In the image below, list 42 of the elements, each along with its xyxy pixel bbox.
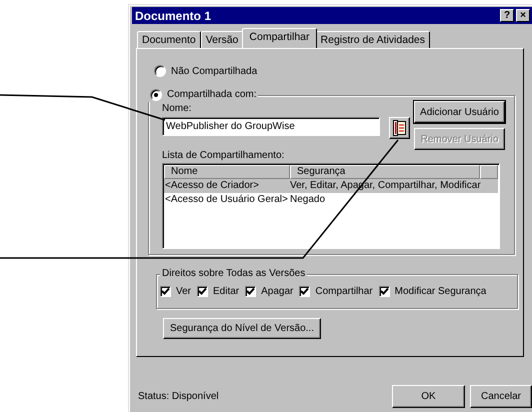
radio-button[interactable]	[154, 65, 166, 77]
book-icon	[392, 120, 406, 136]
column-header[interactable]: Segurança	[290, 165, 480, 179]
tab[interactable]: Documento	[137, 31, 201, 48]
check-icon	[198, 287, 208, 296]
add-user-button[interactable]: Adicionar Usuário	[414, 101, 505, 123]
check-icon	[300, 287, 310, 296]
list-cell-text: <Acesso de Criador>	[164, 179, 260, 193]
version-security-button[interactable]: Segurança do Nível de Versão...	[163, 318, 321, 339]
checkbox[interactable]	[245, 286, 256, 297]
window-title: Documento 1	[135, 8, 212, 22]
list-cell-text: <Acesso de Usuário Geral>	[164, 193, 289, 207]
tab[interactable]: Versão	[200, 31, 244, 48]
radio-button[interactable]	[150, 89, 162, 101]
checkbox[interactable]	[299, 286, 310, 297]
name-field[interactable]: WebPublisher do GroupWise	[162, 117, 380, 136]
checkbox-label: Apagar	[261, 286, 294, 297]
checkbox[interactable]	[160, 286, 171, 297]
column-header[interactable]: Nome	[164, 165, 290, 179]
checkbox-label: Ver	[176, 286, 192, 297]
field-label: Nome:	[162, 103, 192, 114]
checkbox[interactable]	[378, 286, 390, 297]
check-icon	[161, 287, 170, 296]
checkbox[interactable]	[197, 286, 208, 297]
check-icon	[380, 287, 389, 296]
close-button[interactable]: ×	[516, 9, 530, 22]
checkbox-label: Compartilhar	[315, 286, 373, 297]
list-row[interactable]: <Acesso de Usuário Geral> Negado	[164, 193, 498, 207]
list-label: Lista de Compartilhamento:	[162, 150, 284, 161]
radio-label: Compartilhada com:	[167, 88, 256, 102]
tab[interactable]: Compartilhar	[242, 28, 317, 48]
address-book-button[interactable]	[389, 117, 410, 139]
list-cell: Negado	[290, 193, 326, 207]
ok-button[interactable]: OK	[392, 385, 465, 408]
cancel-button[interactable]: Cancelar	[470, 385, 532, 408]
checkbox-label: Editar	[213, 286, 240, 297]
check-icon	[246, 287, 256, 296]
checkbox-label: Modificar Segurança	[394, 286, 486, 297]
status-text: Status: Disponível	[138, 391, 219, 402]
radio-label: Não Compartilhada	[171, 66, 258, 76]
help-button[interactable]: ?	[500, 9, 514, 22]
tab[interactable]: Registro de Atividades	[316, 31, 430, 48]
